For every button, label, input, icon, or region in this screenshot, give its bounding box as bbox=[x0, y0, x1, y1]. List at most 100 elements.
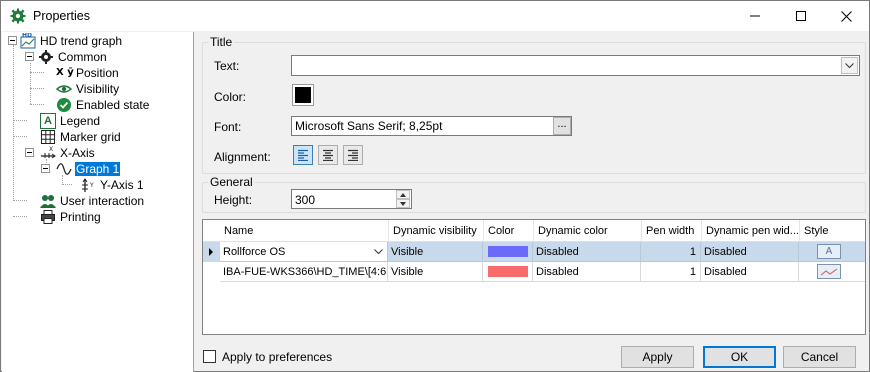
tree-item-hd-trend-graph[interactable]: HD HD trend graph bbox=[20, 33, 123, 49]
align-center-button[interactable] bbox=[318, 145, 338, 165]
tree-connector bbox=[30, 63, 31, 104]
title-text-combo[interactable] bbox=[291, 55, 860, 76]
cancel-button[interactable]: Cancel bbox=[783, 346, 856, 368]
font-field[interactable]: Microsoft Sans Serif; 8,25pt bbox=[291, 116, 572, 136]
x-axis-icon: X bbox=[40, 145, 56, 161]
tree-connector bbox=[13, 45, 14, 201]
row-header bbox=[203, 262, 220, 282]
collapse-toggle[interactable] bbox=[41, 164, 50, 173]
tree-connector bbox=[13, 216, 27, 217]
cell-color[interactable] bbox=[483, 242, 533, 262]
tree-item-printing[interactable]: Printing bbox=[40, 209, 102, 225]
table-row[interactable]: Rollforce OS Visible Disabled 1 Disabled… bbox=[203, 242, 865, 262]
title-color-picker[interactable] bbox=[292, 84, 314, 106]
window-title: Properties bbox=[33, 9, 90, 23]
close-button[interactable] bbox=[823, 1, 869, 31]
gear-icon bbox=[38, 49, 54, 65]
cell-dynamic-visibility[interactable]: Visible bbox=[388, 262, 483, 282]
cell-dynamic-pen-width[interactable]: Disabled bbox=[701, 242, 799, 262]
column-header-style[interactable]: Style bbox=[799, 220, 865, 241]
cell-color[interactable] bbox=[483, 262, 533, 282]
tree-item-enabled-state[interactable]: Enabled state bbox=[56, 97, 150, 113]
users-icon bbox=[40, 193, 56, 209]
tree-item-marker-grid[interactable]: Marker grid bbox=[40, 129, 122, 145]
close-icon bbox=[840, 10, 852, 22]
tree-item-graph-1[interactable]: Graph 1 bbox=[56, 161, 121, 177]
tree-item-visibility[interactable]: Visibility bbox=[56, 81, 120, 97]
height-label: Height: bbox=[214, 193, 253, 207]
cell-pen-width[interactable]: 1 bbox=[641, 262, 701, 282]
cell-dynamic-color[interactable]: Disabled bbox=[533, 262, 641, 282]
font-browse-button[interactable]: ... bbox=[553, 117, 571, 135]
properties-window: Properties HD HD trend graph Common X ȳ … bbox=[0, 0, 870, 372]
align-right-button[interactable] bbox=[343, 145, 363, 165]
title-group-label: Title bbox=[208, 35, 235, 49]
xy-position-icon: X ȳ bbox=[56, 67, 74, 78]
tree-item-user-interaction[interactable]: User interaction bbox=[40, 193, 145, 209]
cell-name[interactable]: Rollforce OS bbox=[220, 242, 388, 262]
cell-name[interactable]: IBA-FUE-WKS366\HD_TIME\[4:65] bbox=[220, 262, 388, 282]
column-header-dynamic-pen-width[interactable]: Dynamic pen wid... bbox=[701, 220, 799, 241]
minimize-button[interactable] bbox=[732, 1, 778, 31]
column-header-name[interactable]: Name bbox=[220, 220, 388, 241]
ok-button[interactable]: OK bbox=[703, 346, 776, 368]
chevron-up-icon bbox=[400, 192, 406, 197]
title-bar: Properties bbox=[1, 1, 869, 31]
tree-view[interactable]: HD HD trend graph Common X ȳ Position Vi… bbox=[2, 32, 194, 372]
table-row[interactable]: IBA-FUE-WKS366\HD_TIME\[4:65] Visible Di… bbox=[203, 262, 865, 282]
text-style-icon[interactable]: A bbox=[817, 244, 841, 259]
maximize-icon bbox=[796, 11, 806, 21]
column-header-dynamic-color[interactable]: Dynamic color bbox=[533, 220, 641, 241]
decrement-button[interactable] bbox=[396, 199, 410, 208]
chevron-down-icon bbox=[845, 62, 854, 68]
cell-pen-width[interactable]: 1 bbox=[641, 242, 701, 262]
svg-text:X: X bbox=[49, 146, 53, 153]
y-axis-icon: Y bbox=[80, 177, 96, 193]
align-left-button[interactable] bbox=[293, 145, 313, 165]
tree-item-common[interactable]: Common bbox=[38, 49, 108, 65]
cell-style[interactable]: A bbox=[799, 242, 865, 262]
tree-connector bbox=[13, 200, 27, 201]
cell-dynamic-color[interactable]: Disabled bbox=[533, 242, 641, 262]
svg-text:HD: HD bbox=[22, 33, 32, 39]
tree-item-position[interactable]: X ȳ Position bbox=[56, 65, 120, 81]
table-header: Name Dynamic visibility Color Dynamic co… bbox=[203, 220, 865, 242]
dropdown-button[interactable] bbox=[841, 57, 858, 74]
tree-connector bbox=[13, 120, 27, 121]
align-left-icon bbox=[298, 149, 308, 161]
hd-graph-icon: HD bbox=[20, 33, 36, 49]
tree-item-y-axis-1[interactable]: Y Y-Axis 1 bbox=[80, 177, 145, 193]
column-header-pen-width[interactable]: Pen width bbox=[641, 220, 701, 241]
color-swatch bbox=[488, 266, 528, 277]
text-label: Text: bbox=[214, 59, 240, 73]
collapse-toggle[interactable] bbox=[25, 52, 34, 61]
general-group-label: General bbox=[208, 175, 255, 189]
column-header-dynamic-visibility[interactable]: Dynamic visibility bbox=[388, 220, 483, 241]
graph-table[interactable]: Name Dynamic visibility Color Dynamic co… bbox=[202, 219, 866, 335]
chevron-down-icon[interactable] bbox=[374, 249, 383, 255]
collapse-toggle[interactable] bbox=[8, 36, 17, 45]
collapse-toggle[interactable] bbox=[25, 148, 34, 157]
cell-dynamic-visibility[interactable]: Visible bbox=[388, 242, 483, 262]
tree-connector bbox=[30, 88, 44, 89]
alignment-label: Alignment: bbox=[214, 150, 271, 164]
tree-connector bbox=[13, 136, 27, 137]
tree-item-legend[interactable]: A Legend bbox=[40, 113, 101, 129]
increment-button[interactable] bbox=[396, 190, 410, 199]
maximize-button[interactable] bbox=[778, 1, 824, 31]
row-pointer-icon bbox=[203, 242, 220, 262]
gear-icon bbox=[10, 8, 26, 24]
height-stepper[interactable]: 300 bbox=[291, 189, 412, 209]
cell-dynamic-pen-width[interactable]: Disabled bbox=[701, 262, 799, 282]
cell-style[interactable] bbox=[799, 262, 865, 282]
apply-to-preferences-label[interactable]: Apply to preferences bbox=[222, 350, 332, 364]
apply-to-preferences-checkbox[interactable] bbox=[203, 350, 216, 363]
line-style-icon[interactable] bbox=[817, 264, 841, 279]
color-label: Color: bbox=[214, 90, 247, 104]
tree-item-x-axis[interactable]: X X-Axis bbox=[40, 145, 96, 161]
tree-connector bbox=[30, 104, 44, 105]
column-header-color[interactable]: Color bbox=[483, 220, 533, 241]
apply-button[interactable]: Apply bbox=[621, 346, 694, 368]
font-label: Font: bbox=[214, 120, 242, 134]
wave-icon bbox=[56, 161, 72, 177]
